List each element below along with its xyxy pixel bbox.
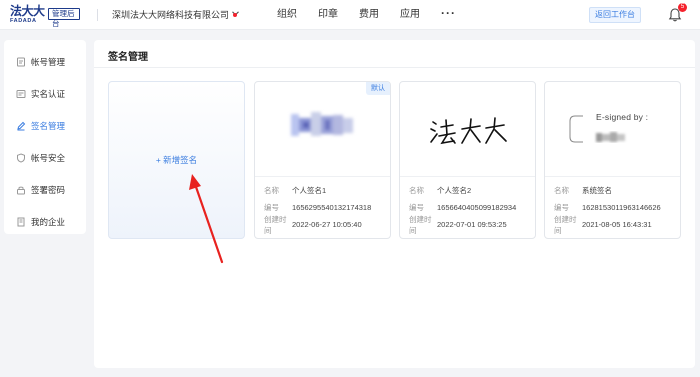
add-signature-label: + 新增签名 [155, 155, 198, 165]
sidebar-item-label: 帐号管理 [31, 57, 66, 67]
signature-created: 2021-08-05 16:43:31 [582, 220, 652, 229]
shield-icon [16, 153, 26, 163]
nav-more-button[interactable]: ··· [441, 0, 456, 30]
account-icon [16, 57, 26, 67]
signature-name: 个人签名2 [437, 186, 472, 195]
info-row-created: 创建时间 2022-07-01 09:53:25 [400, 214, 535, 235]
signature-image-handwritten [400, 82, 535, 176]
signature-image-blurred [255, 82, 390, 176]
admin-badge: 管理后台 [48, 8, 80, 28]
top-header: 法大大 FADADA 管理后台 深圳法大大网络科技有限公司 组织 印章 费用 应… [0, 0, 700, 30]
logo-cn-text: 法大大 [10, 4, 45, 18]
sidebar-item-label: 我的企业 [31, 217, 66, 227]
pen-icon [16, 121, 26, 131]
top-nav: 组织 印章 费用 应用 ··· [277, 0, 456, 30]
signature-name: 系统签名 [582, 186, 612, 195]
signature-image-e-signed: E-signed by : [545, 82, 680, 176]
sidebar-item-label: 帐号安全 [31, 153, 66, 163]
signature-card[interactable]: 名称 个人签名2 编号 1656640405099182934 创建时间 202… [399, 81, 536, 239]
sidebar-item-label: 签名管理 [31, 121, 66, 131]
nav-organization[interactable]: 组织 [277, 0, 297, 30]
sidebar-item-account[interactable]: 帐号管理 [4, 46, 86, 78]
header-divider [97, 9, 98, 21]
signature-name: 个人签名1 [292, 186, 327, 195]
sidebar-item-verification[interactable]: 实名认证 [4, 78, 86, 110]
notification-badge: 5 [678, 3, 687, 12]
signature-info: 名称 系统签名 编号 1628153011963146626 创建时间 2021… [545, 176, 680, 238]
signature-created: 2022-07-01 09:53:25 [437, 220, 507, 229]
info-row-created: 创建时间 2022-06-27 10:05:40 [255, 214, 390, 235]
title-divider [94, 67, 695, 68]
sidebar-item-signatures[interactable]: 签名管理 [4, 110, 86, 142]
company-switcher[interactable]: 深圳法大大网络科技有限公司 [112, 0, 239, 30]
signature-info: 名称 个人签名2 编号 1656640405099182934 创建时间 202… [400, 176, 535, 238]
signature-id: 1656640405099182934 [437, 203, 517, 212]
info-row-name: 名称 个人签名1 [255, 182, 390, 199]
nav-billing[interactable]: 费用 [359, 0, 379, 30]
e-signed-text: E-signed by : [596, 112, 649, 122]
label-name: 名称 [554, 186, 569, 195]
company-name: 深圳法大大网络科技有限公司 [112, 10, 230, 20]
building-icon [16, 217, 26, 227]
sidebar-item-sign-password[interactable]: 签署密码 [4, 174, 86, 206]
label-created: 创建时间 [554, 214, 577, 235]
signature-created: 2022-06-27 10:05:40 [292, 220, 362, 229]
sidebar-item-label: 实名认证 [31, 89, 66, 99]
info-row-created: 创建时间 2021-08-05 16:43:31 [545, 214, 680, 235]
label-name: 名称 [409, 186, 424, 195]
default-tag: 默认 [366, 82, 390, 95]
signature-card[interactable]: 默认 名称 个人签名1 编号 1656295540132174318 创建时间 … [254, 81, 391, 239]
info-row-name: 名称 个人签名2 [400, 182, 535, 199]
label-id: 编号 [554, 203, 569, 212]
company-status-dot [233, 13, 237, 17]
signature-card[interactable]: E-signed by : 名称 系统签名 编号 162815301196314… [544, 81, 681, 239]
signature-info: 名称 个人签名1 编号 1656295540132174318 创建时间 202… [255, 176, 390, 238]
sidebar-item-label: 签署密码 [31, 185, 66, 195]
signature-id: 1656295540132174318 [292, 203, 372, 212]
sidebar-item-my-enterprise[interactable]: 我的企业 [4, 206, 86, 238]
info-row-name: 名称 系统签名 [545, 182, 680, 199]
label-created: 创建时间 [264, 214, 287, 235]
annotation-arrow-icon [189, 174, 224, 264]
lock-icon [16, 185, 26, 195]
fadada-logo[interactable]: 法大大 FADADA 管理后台 [10, 4, 80, 28]
nav-seal[interactable]: 印章 [318, 0, 338, 30]
label-name: 名称 [264, 186, 279, 195]
logo-en-text: FADADA [10, 18, 37, 24]
label-id: 编号 [264, 203, 279, 212]
sidebar-item-security[interactable]: 帐号安全 [4, 142, 86, 174]
id-card-icon [16, 89, 26, 99]
label-created: 创建时间 [409, 214, 432, 235]
nav-apps[interactable]: 应用 [400, 0, 420, 30]
label-id: 编号 [409, 203, 424, 212]
back-to-workspace-button[interactable]: 返回工作台 [589, 7, 641, 23]
sidebar: 帐号管理 实名认证 签名管理 帐号安全 签署密码 我的企业 [4, 40, 86, 234]
page-title: 签名管理 [108, 52, 148, 63]
signature-id: 1628153011963146626 [582, 203, 661, 212]
